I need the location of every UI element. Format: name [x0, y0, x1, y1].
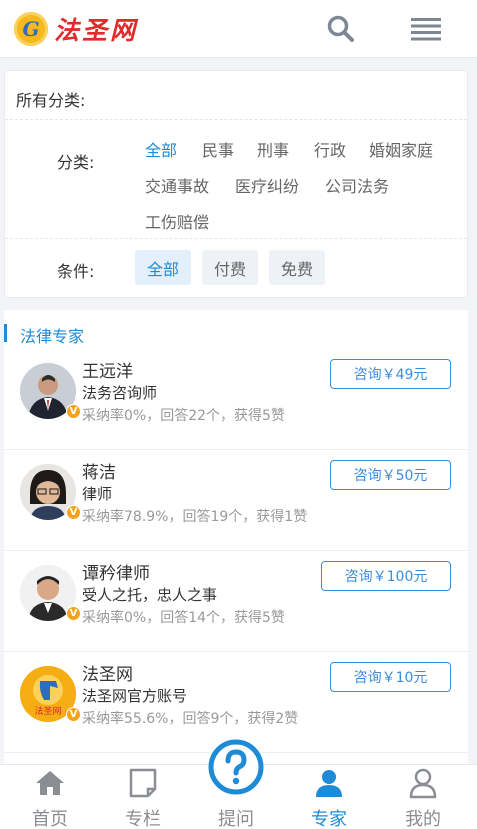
ask-question-button[interactable] — [208, 739, 264, 795]
category-all[interactable]: 全部 — [145, 137, 177, 161]
avatar-text: 法圣网 — [34, 705, 61, 717]
expert-icon — [316, 770, 342, 797]
expert-name: 谭矜律师 — [82, 564, 150, 584]
category-marriage-family[interactable]: 婚姻家庭 — [369, 137, 433, 161]
consult-button[interactable]: 咨询￥49元 — [330, 359, 451, 389]
verified-icon: V — [66, 404, 81, 419]
legal-experts-section: 法律专家 V 王远洋 法务咨询师 采纳率0%，回答22个，获得5赞 咨询￥49元 — [4, 310, 468, 770]
consult-button[interactable]: 咨询￥100元 — [321, 561, 451, 591]
logo-emblem: G — [14, 12, 48, 46]
expert-card[interactable]: V 蒋洁 律师 采纳率78.9%，回答19个，获得1赞 咨询￥50元 — [4, 450, 468, 551]
expert-name: 王远洋 — [82, 362, 133, 382]
column-icon — [129, 768, 157, 798]
consult-button[interactable]: 咨询￥50元 — [330, 460, 451, 490]
site-logo[interactable]: G 法圣网 — [14, 12, 138, 46]
expert-title: 法务咨询师 — [82, 384, 158, 402]
home-icon — [36, 771, 64, 795]
nav-item-home[interactable]: 首页 — [10, 765, 90, 829]
section-accent-bar — [4, 324, 7, 342]
expert-name: 蒋洁 — [82, 463, 116, 483]
divider — [5, 119, 467, 120]
expert-title: 法圣网官方账号 — [82, 687, 188, 705]
nav-label: 专家 — [311, 809, 347, 829]
category-corporate-law[interactable]: 公司法务 — [325, 173, 389, 197]
nav-label: 我的 — [405, 809, 441, 829]
condition-free-button[interactable]: 免费 — [269, 250, 325, 285]
expert-stats: 采纳率55.6%，回答9个，获得2赞 — [82, 711, 299, 727]
category-traffic-accident[interactable]: 交通事故 — [145, 173, 209, 197]
expert-name: 法圣网 — [82, 665, 133, 685]
expert-title: 律师 — [82, 485, 113, 503]
nav-label: 提问 — [218, 809, 254, 829]
category-criminal[interactable]: 刑事 — [257, 137, 289, 161]
divider — [5, 238, 467, 239]
search-icon[interactable] — [326, 14, 356, 44]
condition-paid-button[interactable]: 付费 — [202, 250, 258, 285]
expert-stats: 采纳率0%，回答14个，获得5赞 — [82, 610, 285, 626]
expert-stats: 采纳率78.9%，回答19个，获得1赞 — [82, 509, 308, 525]
nav-label: 首页 — [32, 809, 68, 829]
all-categories-label: 所有分类: — [16, 91, 86, 110]
condition-label: 条件: — [57, 262, 95, 281]
category-label: 分类: — [57, 153, 95, 172]
consult-button[interactable]: 咨询￥10元 — [330, 662, 451, 692]
category-filter-panel: 所有分类: 分类: 全部 民事 刑事 行政 婚姻家庭 交通事故 医疗纠纷 公司法… — [4, 70, 468, 298]
section-title: 法律专家 — [20, 327, 85, 346]
expert-card[interactable]: 法圣网 V 法圣网 法圣网官方账号 采纳率55.6%，回答9个，获得2赞 咨询￥… — [4, 652, 468, 753]
expert-stats: 采纳率0%，回答22个，获得5赞 — [82, 408, 285, 424]
user-icon — [409, 768, 437, 799]
site-name: 法圣网 — [54, 16, 139, 45]
category-work-injury[interactable]: 工伤赔偿 — [145, 209, 209, 233]
expert-card[interactable]: V 王远洋 法务咨询师 采纳率0%，回答22个，获得5赞 咨询￥49元 — [4, 349, 468, 450]
expert-card[interactable]: V 谭矜律师 受人之托，忠人之事 采纳率0%，回答14个，获得5赞 咨询￥100… — [4, 551, 468, 652]
menu-icon[interactable] — [411, 17, 441, 41]
nav-item-mine[interactable]: 我的 — [383, 765, 463, 829]
expert-title: 受人之托，忠人之事 — [82, 586, 218, 604]
category-medical-dispute[interactable]: 医疗纠纷 — [235, 173, 299, 197]
verified-icon: V — [66, 707, 81, 722]
nav-item-experts[interactable]: 专家 — [289, 765, 369, 829]
category-administrative[interactable]: 行政 — [314, 137, 346, 161]
condition-all-button[interactable]: 全部 — [135, 250, 191, 285]
verified-icon: V — [66, 606, 81, 621]
question-icon — [208, 739, 264, 795]
top-header: G 法圣网 — [0, 0, 477, 58]
category-civil[interactable]: 民事 — [202, 137, 234, 161]
nav-item-column[interactable]: 专栏 — [103, 765, 183, 829]
nav-label: 专栏 — [125, 809, 161, 829]
verified-icon: V — [66, 505, 81, 520]
